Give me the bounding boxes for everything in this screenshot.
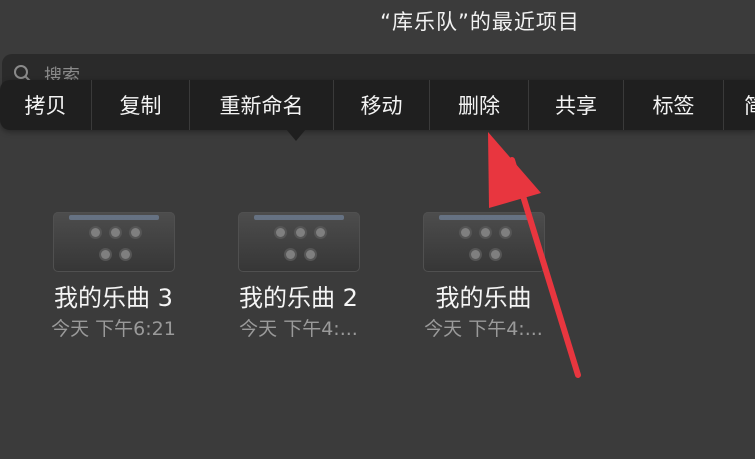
menu-item-more[interactable]: 简 bbox=[724, 80, 755, 130]
menu-item-duplicate[interactable]: 复制 bbox=[92, 80, 190, 130]
menu-pointer bbox=[286, 129, 306, 141]
context-menu: 拷贝 复制 重新命名 移动 删除 共享 标签 简 bbox=[0, 80, 755, 130]
file-name: 我的乐曲 2 bbox=[239, 284, 358, 312]
file-item-song[interactable]: 我的乐曲 今天 下午4:... bbox=[396, 212, 571, 339]
file-date: 今天 下午4:... bbox=[239, 318, 358, 340]
page-title: “库乐队”的最近项目 bbox=[380, 10, 580, 34]
menu-item-rename[interactable]: 重新命名 bbox=[190, 80, 334, 130]
file-item-song-3[interactable]: 我的乐曲 3 今天 下午6:21 bbox=[26, 212, 201, 339]
project-thumbnail bbox=[422, 212, 545, 272]
menu-item-move[interactable]: 移动 bbox=[334, 80, 430, 130]
menu-item-share[interactable]: 共享 bbox=[529, 80, 624, 130]
menu-item-copy[interactable]: 拷贝 bbox=[0, 80, 92, 130]
file-name: 我的乐曲 3 bbox=[54, 284, 173, 312]
project-thumbnail bbox=[52, 212, 175, 272]
project-thumbnail bbox=[237, 212, 360, 272]
recent-projects-screen: “库乐队”的最近项目 搜索 拷贝 复制 重新命名 移动 删除 共享 标签 简 我… bbox=[0, 0, 755, 459]
file-date: 今天 下午4:... bbox=[424, 318, 543, 340]
file-name: 我的乐曲 bbox=[435, 284, 532, 312]
menu-item-delete[interactable]: 删除 bbox=[430, 80, 529, 130]
menu-item-tags[interactable]: 标签 bbox=[624, 80, 724, 130]
file-item-song-2[interactable]: 我的乐曲 2 今天 下午4:... bbox=[211, 212, 386, 339]
file-date: 今天 下午6:21 bbox=[51, 318, 176, 340]
